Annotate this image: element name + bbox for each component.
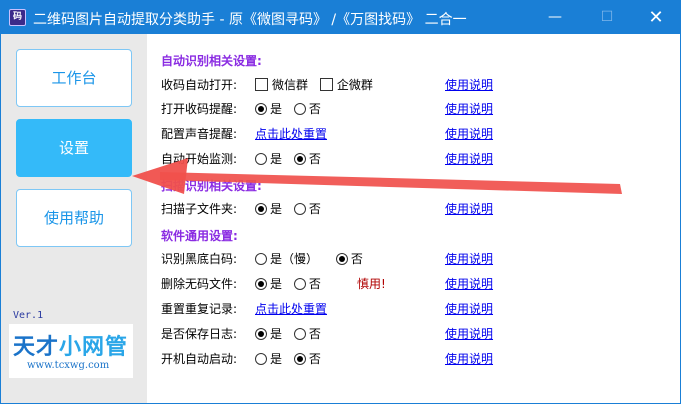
help-link-subfolder[interactable]: 使用说明 [445, 200, 493, 217]
logo-url: www.tcxwg.com [27, 360, 110, 371]
row-save-log: 是否保存日志: 是 否 使用说明 [161, 325, 676, 345]
section-scan-recognition: 扫描识别相关设置: [161, 179, 262, 193]
radio-icon [255, 153, 267, 165]
row-auto-startup: 开机自动启动: 是 否 使用说明 [161, 350, 676, 370]
row-delete-no-code: 删除无码文件: 是 否 慎用! 使用说明 [161, 275, 676, 295]
help-link-log[interactable]: 使用说明 [445, 325, 493, 342]
label-reset-duplicates: 重置重复记录: [161, 302, 238, 316]
radio-selected-icon [255, 103, 267, 115]
radio-subfolder-no[interactable]: 否 [293, 200, 321, 217]
row-black-white-code: 识别黑底白码: 是（慢） 否 使用说明 [161, 250, 676, 270]
logo-text-part1: 天才 [13, 335, 60, 360]
settings-panel: 自动识别相关设置: 收码自动打开: 微信群 企微群 使用说明 打开收码提醒: 是… [147, 34, 680, 403]
radio-log-no[interactable]: 否 [293, 325, 321, 342]
help-link-collect[interactable]: 使用说明 [445, 76, 493, 93]
minimize-button[interactable]: — [532, 1, 578, 34]
radio-remind-no[interactable]: 否 [293, 100, 321, 117]
radio-delete-no[interactable]: 否 [293, 275, 321, 292]
checkbox-icon [255, 78, 268, 91]
radio-icon [293, 103, 306, 115]
row-reset-duplicates: 重置重复记录: 点击此处重置 使用说明 [161, 300, 676, 320]
radio-subfolder-yes[interactable]: 是 [255, 200, 282, 217]
radio-selected-icon [255, 328, 267, 340]
radio-icon [293, 278, 306, 290]
label-auto-monitor: 自动开始监测: [161, 152, 238, 166]
help-link-delete[interactable]: 使用说明 [445, 275, 493, 292]
row-auto-monitor: 自动开始监测: 是 否 使用说明 [161, 150, 676, 170]
label-collect-remind: 打开收码提醒: [161, 102, 238, 116]
help-link-blackwhite[interactable]: 使用说明 [445, 250, 493, 267]
radio-icon [293, 203, 306, 215]
radio-blackwhite-yes[interactable]: 是（慢） [255, 250, 318, 267]
label-auto-startup: 开机自动启动: [161, 352, 238, 366]
radio-selected-icon [293, 153, 306, 165]
checkbox-icon [319, 78, 333, 91]
radio-icon [293, 328, 306, 340]
logo-text: 天才小网管 [13, 329, 128, 361]
label-scan-subfolder: 扫描子文件夹: [161, 202, 238, 216]
nav-workbench-button[interactable]: 工作台 [16, 49, 132, 107]
brand-logo: 天才小网管 www.tcxwg.com [9, 324, 133, 378]
window-title: 二维码图片自动提取分类助手 - 原《微图寻码》 /《万图找码》 二合一 [33, 12, 467, 28]
row-sound-config: 配置声音提醒: 点击此处重置 使用说明 [161, 125, 676, 145]
label-sound-config: 配置声音提醒: [161, 127, 238, 141]
radio-icon [255, 353, 267, 365]
title-bar[interactable]: 码 二维码图片自动提取分类助手 - 原《微图寻码》 /《万图找码》 二合一 — … [1, 1, 680, 34]
caution-label: 慎用! [357, 277, 386, 291]
row-collect-auto-open: 收码自动打开: 微信群 企微群 使用说明 [161, 76, 676, 96]
help-link-monitor[interactable]: 使用说明 [445, 150, 493, 167]
section-auto-recognition: 自动识别相关设置: [161, 54, 262, 68]
nav-help-button[interactable]: 使用帮助 [16, 189, 132, 247]
label-black-white-code: 识别黑底白码: [161, 252, 238, 266]
section-general: 软件通用设置: [161, 229, 238, 243]
radio-selected-icon [335, 253, 348, 265]
radio-monitor-no[interactable]: 否 [293, 150, 321, 167]
radio-selected-icon [293, 353, 306, 365]
version-label: Ver.1 [13, 310, 44, 321]
reset-sound-link[interactable]: 点击此处重置 [255, 127, 327, 141]
label-collect-auto-open: 收码自动打开: [161, 78, 238, 92]
radio-selected-icon [255, 278, 267, 290]
close-button[interactable]: ✕ [633, 1, 679, 34]
radio-startup-yes[interactable]: 是 [255, 350, 282, 367]
row-scan-subfolder: 扫描子文件夹: 是 否 使用说明 [161, 200, 676, 220]
label-delete-no-code: 删除无码文件: [161, 277, 238, 291]
row-collect-remind: 打开收码提醒: 是 否 使用说明 [161, 100, 676, 120]
nav-settings-button[interactable]: 设置 [16, 119, 132, 177]
radio-selected-icon [255, 203, 267, 215]
radio-monitor-yes[interactable]: 是 [255, 150, 282, 167]
checkbox-wechat-group[interactable]: 微信群 [255, 76, 308, 93]
help-link-startup[interactable]: 使用说明 [445, 350, 493, 367]
radio-icon [255, 253, 267, 265]
maximize-button[interactable]: ☐ [584, 1, 630, 34]
help-link-reset[interactable]: 使用说明 [445, 300, 493, 317]
radio-delete-yes[interactable]: 是 [255, 275, 282, 292]
help-link-sound[interactable]: 使用说明 [445, 125, 493, 142]
app-icon: 码 [9, 9, 26, 26]
checkbox-wecom-group[interactable]: 企微群 [319, 76, 373, 93]
reset-duplicates-link[interactable]: 点击此处重置 [255, 302, 327, 316]
logo-text-part2: 小网管 [59, 335, 129, 360]
sidebar: 工作台 设置 使用帮助 Ver.1 天才小网管 www.tcxwg.com [1, 34, 147, 403]
radio-startup-no[interactable]: 否 [293, 350, 321, 367]
radio-log-yes[interactable]: 是 [255, 325, 282, 342]
label-save-log: 是否保存日志: [161, 327, 238, 341]
radio-blackwhite-no[interactable]: 否 [335, 250, 363, 267]
radio-remind-yes[interactable]: 是 [255, 100, 282, 117]
app-window: 码 二维码图片自动提取分类助手 - 原《微图寻码》 /《万图找码》 二合一 — … [0, 0, 681, 404]
help-link-remind[interactable]: 使用说明 [445, 100, 493, 117]
